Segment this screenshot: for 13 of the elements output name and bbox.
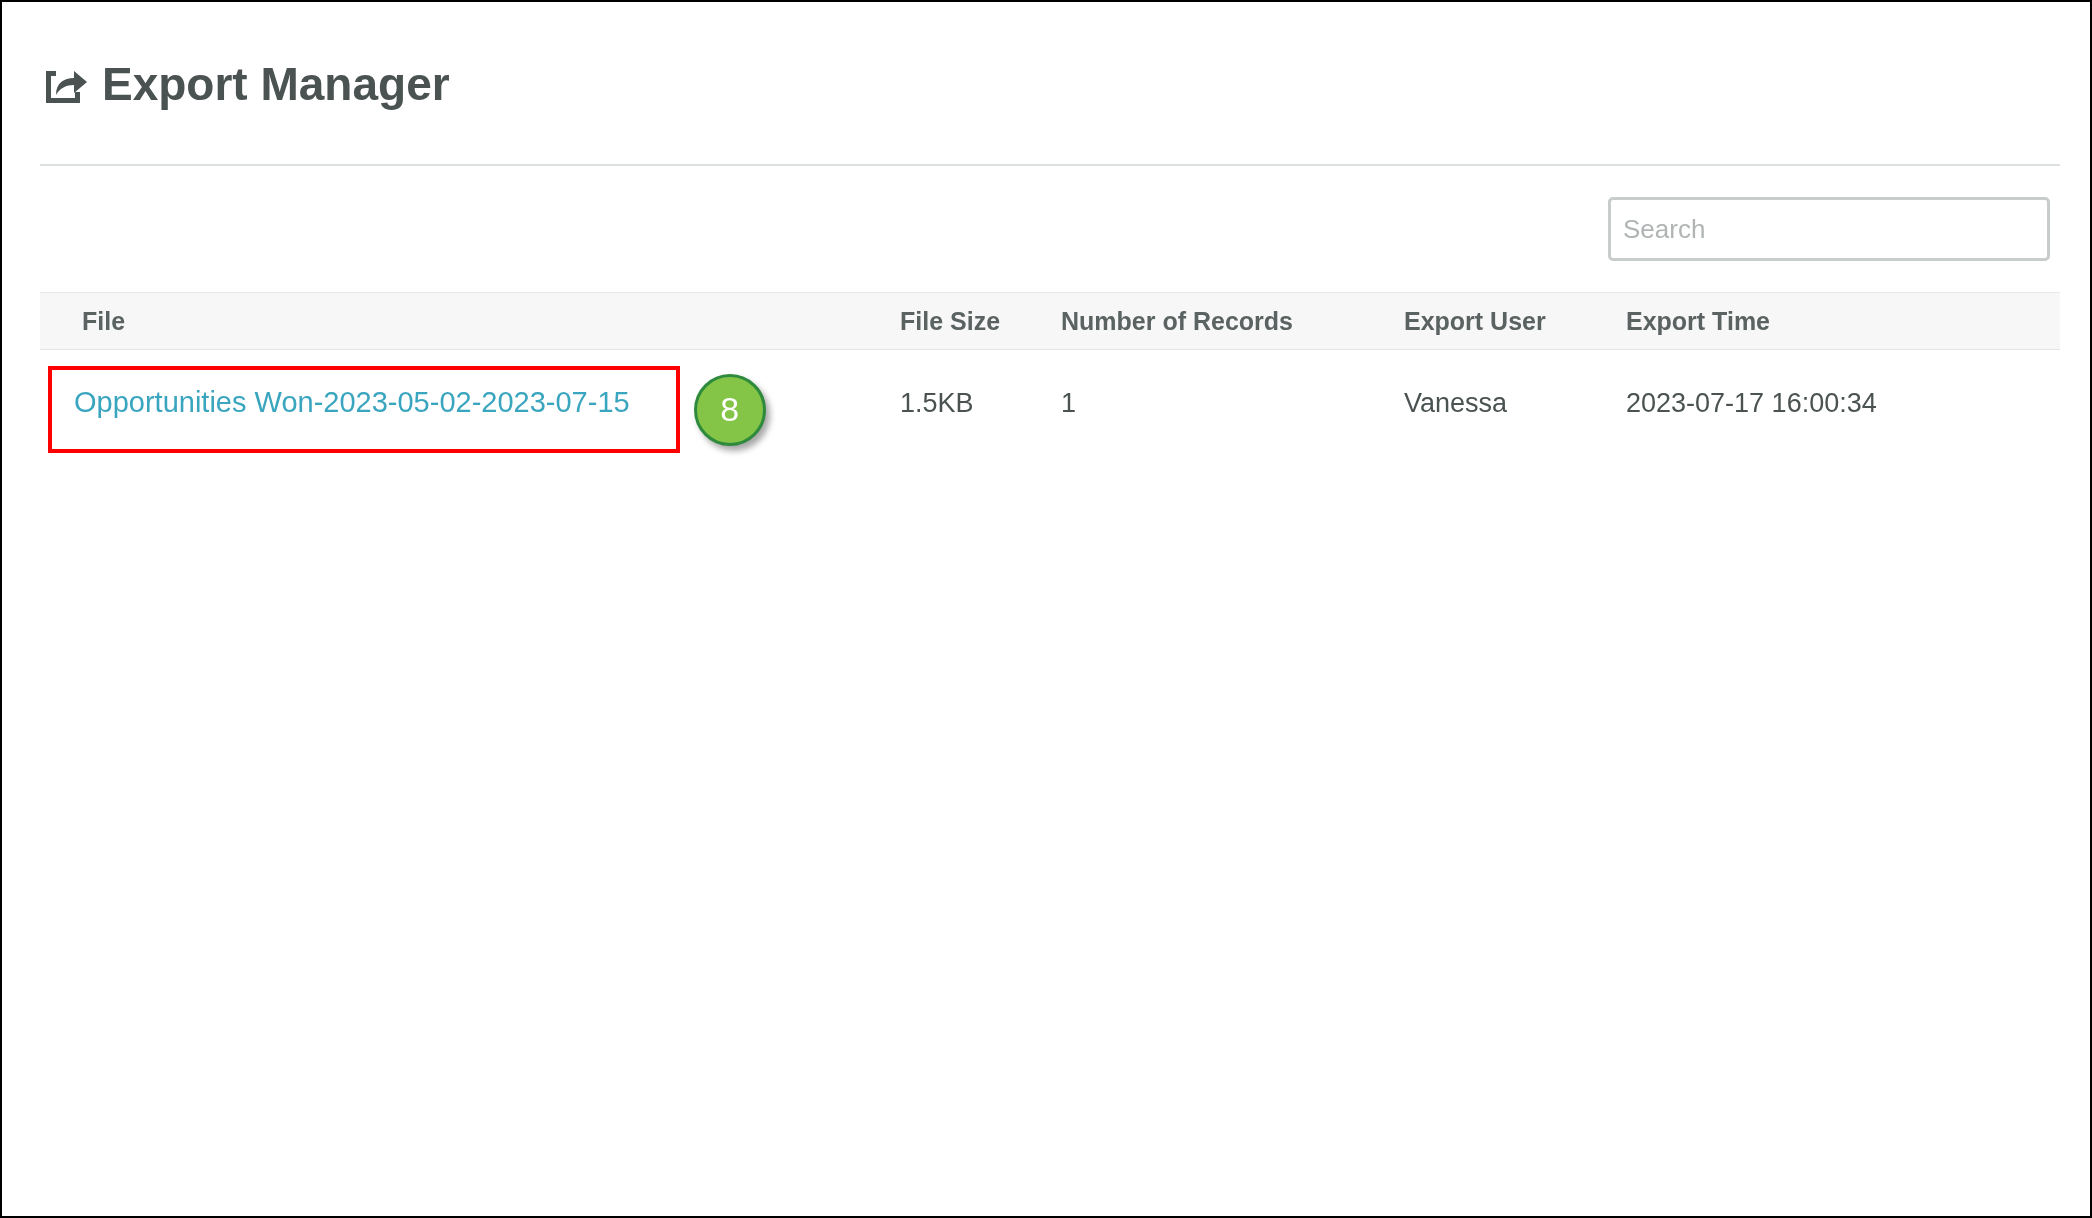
column-header: File Size (900, 292, 1061, 350)
table-cell-text: 1.5KB (900, 387, 975, 419)
step-badge: 8 (693, 373, 766, 446)
page-title: Export Manager (102, 57, 450, 111)
file-link[interactable]: Opportunities Won-2023-05-02-2023-07-15 (74, 386, 630, 418)
table-cell-text: Vanessa (1404, 387, 1509, 419)
column-header: File (40, 292, 900, 350)
column-header: Number of Records (1061, 292, 1404, 350)
table-cell-text: 2023-07-17 16:00:34 (1626, 387, 1878, 419)
column-header: Export Time (1626, 292, 2060, 350)
column-header: Export User (1404, 292, 1626, 350)
table-cell-text: 1 (1061, 387, 1078, 419)
search-field[interactable]: Search (1608, 197, 2050, 261)
